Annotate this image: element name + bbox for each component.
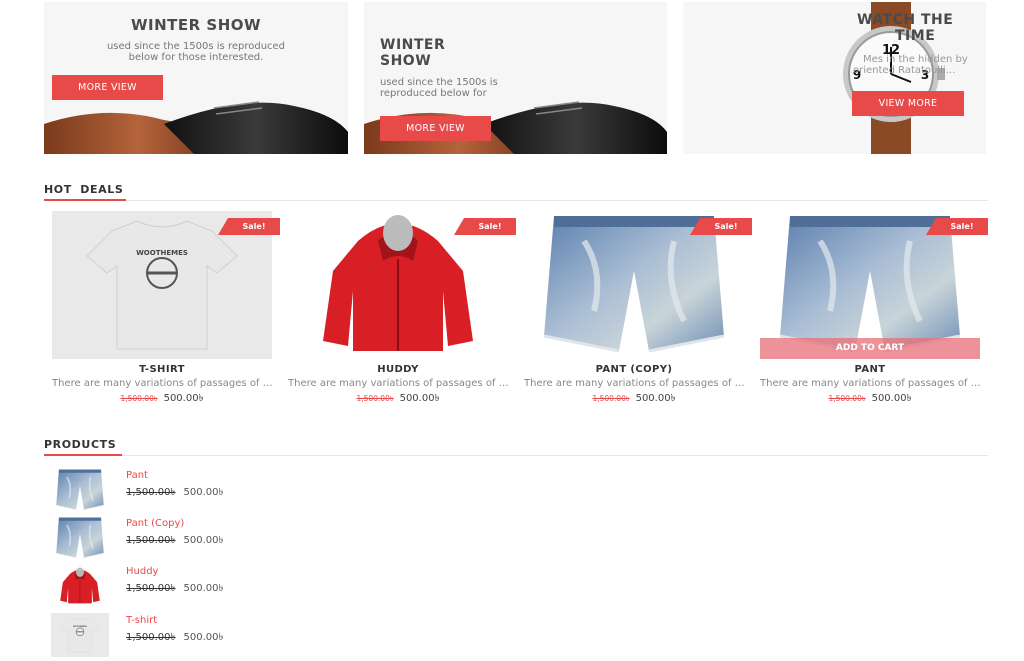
product-name[interactable]: PANT (COPY) — [516, 364, 752, 375]
banner-subtitle-line2: reproduced below for — [380, 88, 487, 99]
section-accent-bar — [44, 199, 126, 201]
product-thumbnail[interactable] — [51, 564, 109, 608]
old-price: 1,500.00৳ — [592, 394, 630, 403]
list-item-pant[interactable]: Pant 1,500.00৳ 500.00৳ — [44, 468, 344, 512]
pant-thumb-image — [55, 516, 105, 559]
list-item-pant-copy[interactable]: Pant (Copy) 1,500.00৳ 500.00৳ — [44, 516, 344, 560]
product-thumbnail[interactable] — [51, 516, 109, 560]
section-divider — [44, 455, 988, 456]
product-price: 1,500.00৳ 500.00৳ — [126, 485, 224, 502]
banner-title-line1: WATCH THE — [857, 12, 954, 28]
view-more-button[interactable]: VIEW MORE — [852, 91, 964, 116]
banner-subtitle-line1: used since the 1500s is — [380, 77, 498, 88]
product-price: 1,500.00৳ 500.00৳ — [516, 391, 752, 408]
product-name[interactable]: HUDDY — [280, 364, 516, 375]
product-price: 1,500.00৳ 500.00৳ — [126, 581, 224, 598]
sale-badge: Sale! — [690, 218, 752, 235]
product-price: 1,500.00৳ 500.00৳ — [126, 630, 224, 647]
section-accent-bar — [44, 454, 122, 456]
product-card-pant-copy[interactable]: Sale! PANT (COPY) There are many variati… — [516, 211, 752, 407]
banner-subtitle: used since the 1500s is reproduced below… — [106, 41, 286, 63]
more-view-button[interactable]: MORE VIEW — [52, 75, 163, 100]
sale-price: 500.00৳ — [871, 393, 912, 404]
old-price: 1,500.00৳ — [126, 583, 176, 594]
product-name[interactable]: PANT — [752, 364, 988, 375]
hot-deals-heading: HOT DEALS — [44, 183, 124, 196]
old-price: 1,500.00৳ — [126, 487, 176, 498]
sale-price: 500.00৳ — [183, 487, 224, 498]
product-description: There are many variations of passages of… — [288, 378, 510, 389]
banner-subtitle-line1: Mes in the hidden by — [863, 54, 968, 65]
sale-badge: Sale! — [926, 218, 988, 235]
banner-watch-the-time: 12 3 9 6 WATCH THE TIME Mes in the hidde… — [683, 2, 986, 154]
product-link[interactable]: Pant — [126, 470, 148, 481]
product-name[interactable]: T-SHIRT — [44, 364, 280, 375]
product-price: 1,500.00৳ 500.00৳ — [126, 533, 224, 550]
product-description: There are many variations of passages of… — [52, 378, 274, 389]
sale-badge: Sale! — [218, 218, 280, 235]
product-card-huddy[interactable]: Sale! HUDDY There are many variations of… — [280, 211, 516, 407]
old-price: 1,500.00৳ — [828, 394, 866, 403]
list-item-huddy[interactable]: Huddy 1,500.00৳ 500.00৳ — [44, 564, 344, 608]
section-divider — [44, 200, 988, 201]
product-thumbnail[interactable] — [51, 613, 109, 657]
product-thumbnail[interactable] — [51, 468, 109, 512]
sale-price: 500.00৳ — [635, 393, 676, 404]
sale-badge: Sale! — [454, 218, 516, 235]
product-link[interactable]: T-shirt — [126, 615, 157, 626]
banner-title-line2: TIME — [895, 28, 936, 44]
product-link[interactable]: Pant (Copy) — [126, 518, 184, 529]
banner-subtitle-line2: oriented Ratatoulli... — [853, 65, 956, 76]
old-price: 1,500.00৳ — [120, 394, 158, 403]
banner-title-line2: SHOW — [380, 53, 432, 69]
banner-title-line1: WINTER — [380, 37, 446, 53]
product-card-tshirt[interactable]: Sale! T-SHIRT There are many variations … — [44, 211, 280, 407]
product-description: There are many variations of passages of… — [760, 378, 982, 389]
old-price: 1,500.00৳ — [126, 535, 176, 546]
product-price: 1,500.00৳ 500.00৳ — [280, 391, 516, 408]
product-link[interactable]: Huddy — [126, 566, 158, 577]
old-price: 1,500.00৳ — [356, 394, 394, 403]
product-price: 1,500.00৳ 500.00৳ — [752, 391, 988, 408]
sale-price: 500.00৳ — [183, 535, 224, 546]
old-price: 1,500.00৳ — [126, 632, 176, 643]
product-price: 1,500.00৳ 500.00৳ — [44, 391, 280, 408]
add-to-cart-button[interactable]: ADD TO CART — [760, 338, 980, 359]
list-item-tshirt[interactable]: T-shirt 1,500.00৳ 500.00৳ — [44, 613, 344, 657]
more-view-button[interactable]: MORE VIEW — [380, 116, 491, 141]
banner-winter-show-2: WINTER SHOW used since the 1500s is repr… — [364, 2, 667, 154]
sale-price: 500.00৳ — [183, 583, 224, 594]
products-heading: PRODUCTS — [44, 438, 117, 451]
tshirt-thumb-image — [59, 617, 101, 653]
pant-thumb-image — [55, 468, 105, 511]
hoodie-thumb-image — [59, 567, 101, 604]
sale-price: 500.00৳ — [399, 393, 440, 404]
sale-price: 500.00৳ — [163, 393, 204, 404]
product-card-pant[interactable]: ADD TO CART Sale! PANT There are many va… — [752, 211, 988, 407]
product-description: There are many variations of passages of… — [524, 378, 746, 389]
banner-title: WINTER SHOW — [130, 16, 262, 34]
banner-winter-show-1: WINTER SHOW used since the 1500s is repr… — [44, 2, 348, 154]
sale-price: 500.00৳ — [183, 632, 224, 643]
